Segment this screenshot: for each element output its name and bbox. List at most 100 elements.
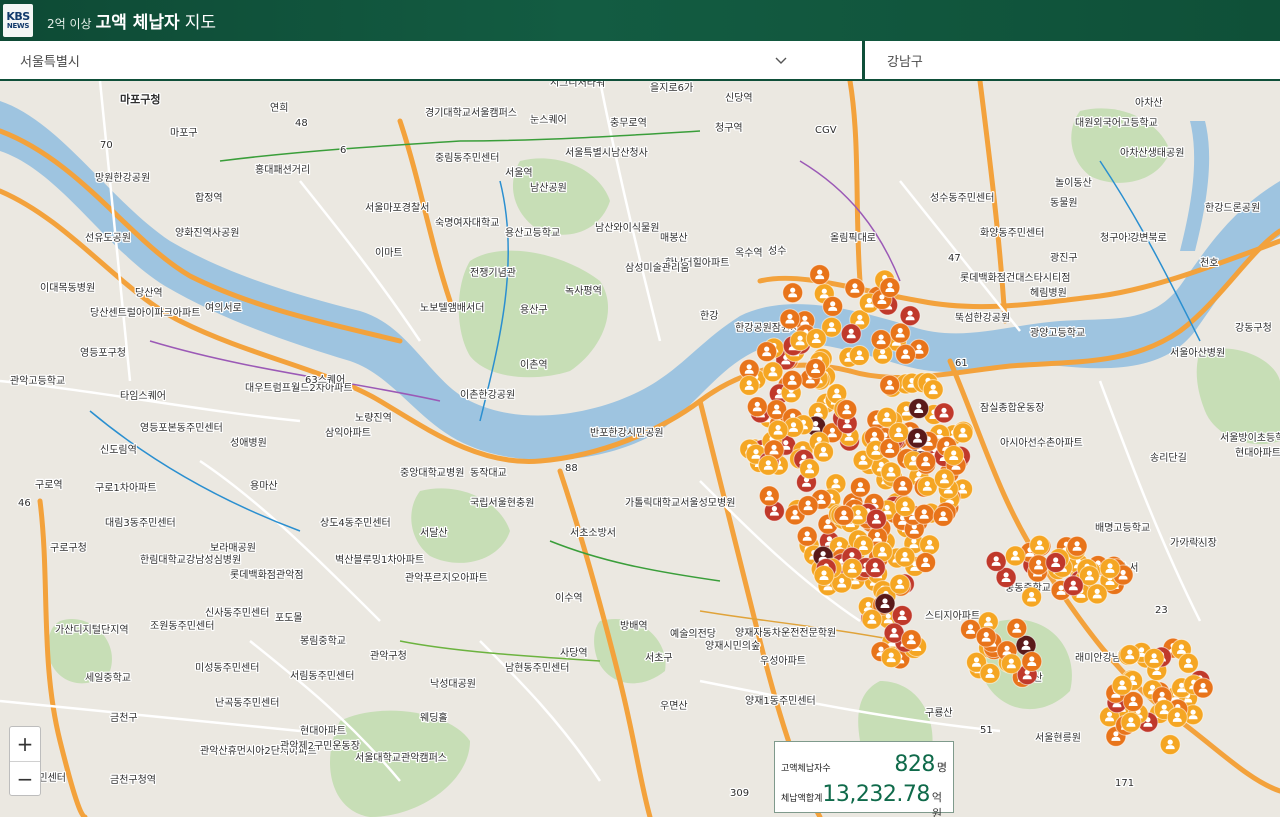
district-select[interactable]: 강남구 (865, 41, 1280, 79)
debtor-marker[interactable] (1021, 651, 1043, 672)
debtor-marker[interactable] (781, 369, 803, 391)
debtor-marker[interactable] (900, 629, 922, 651)
map-canvas[interactable]: 마포구청 마포구 홍대패션거리 합정역 망원한강공원 선유도공원 양화진역사공원 당산역 이대목… (0, 81, 1280, 817)
map-label: 당산역 (135, 287, 163, 299)
map-label: 낙성대공원 (430, 678, 476, 690)
map-label: 중앙대학교병원 (400, 467, 464, 479)
debtor-marker[interactable] (1062, 575, 1084, 597)
debtor-marker[interactable] (933, 468, 955, 490)
debtor-marker[interactable] (913, 503, 935, 525)
debtor-marker[interactable] (879, 374, 901, 396)
map-label: 난곡동주민센터 (215, 697, 279, 709)
debtor-marker[interactable] (889, 573, 911, 595)
debtor-marker[interactable] (1159, 734, 1181, 756)
debtor-marker[interactable] (762, 361, 784, 383)
debtor-marker[interactable] (870, 329, 892, 351)
debtor-marker[interactable] (813, 565, 835, 586)
debtor-marker[interactable] (985, 550, 1007, 572)
debtor-marker[interactable] (907, 427, 928, 449)
debtor-marker[interactable] (952, 422, 974, 444)
debtor-marker[interactable] (1120, 711, 1142, 733)
debtor-marker[interactable] (746, 396, 768, 418)
chevron-down-icon[interactable] (774, 53, 788, 67)
debtor-marker[interactable] (797, 495, 819, 517)
debtor-marker[interactable] (892, 475, 914, 497)
debtor-marker[interactable] (809, 264, 831, 286)
debtor-marker[interactable] (880, 647, 902, 669)
debtor-marker[interactable] (782, 282, 804, 304)
map-label: 한강 (700, 310, 718, 322)
debtor-marker[interactable] (840, 323, 862, 345)
debtor-marker[interactable] (943, 445, 965, 466)
debtor-marker[interactable] (799, 458, 821, 480)
debtor-marker[interactable] (919, 534, 941, 556)
map-label: 시그니처타워 (550, 81, 605, 89)
map-label: 한림대학교강남성심병원 (140, 554, 241, 566)
debtor-marker[interactable] (1021, 586, 1043, 608)
debtor-marker[interactable] (779, 308, 801, 330)
map-label: 노보텔앰배서더 (420, 302, 484, 314)
debtor-marker[interactable] (894, 496, 916, 517)
debtor-marker[interactable] (758, 485, 780, 507)
debtor-marker[interactable] (1111, 674, 1133, 696)
debtor-marker[interactable] (891, 605, 913, 626)
debtor-marker[interactable] (836, 399, 858, 421)
debtor-marker[interactable] (822, 295, 844, 317)
debtor-marker[interactable] (899, 305, 921, 327)
map-svg[interactable]: 마포구청마포구홍대패션거리합정역 망원한강공원선유도공원 양화진역사공원당산역 이대목… (0, 81, 1280, 817)
debtor-marker[interactable] (841, 557, 863, 579)
debtor-marker[interactable] (864, 557, 886, 579)
map-label: 롯데백화점관악점 (230, 569, 304, 581)
debtor-marker[interactable] (1086, 583, 1108, 605)
debtor-marker[interactable] (979, 662, 1001, 684)
debtor-marker[interactable] (757, 454, 779, 476)
debtor-marker[interactable] (833, 504, 855, 526)
debtor-marker[interactable] (1066, 535, 1088, 557)
debtor-marker[interactable] (1004, 545, 1026, 567)
debtor-marker[interactable] (1166, 706, 1188, 728)
debtor-marker[interactable] (861, 608, 883, 630)
map-label: 현대아파트 (300, 725, 346, 737)
debtor-marker[interactable] (1000, 653, 1022, 675)
debtor-marker[interactable] (805, 358, 827, 379)
debtor-marker[interactable] (796, 525, 818, 547)
debtor-marker[interactable] (975, 626, 997, 648)
debtor-marker[interactable] (915, 552, 937, 573)
debtor-marker[interactable] (895, 343, 917, 365)
debtor-marker[interactable] (844, 277, 866, 299)
debtor-marker[interactable] (915, 451, 937, 473)
debtor-marker[interactable] (1192, 677, 1214, 699)
debtor-marker[interactable] (1143, 647, 1165, 669)
city-select[interactable]: 서울특별시 (0, 41, 862, 79)
debtor-marker[interactable] (874, 593, 896, 614)
debtor-marker[interactable] (865, 508, 887, 530)
debtor-marker[interactable] (738, 374, 760, 396)
debtor-marker[interactable] (813, 441, 834, 463)
zoom-out-button[interactable]: − (10, 761, 40, 795)
debtor-marker[interactable] (1045, 552, 1067, 573)
debtor-marker[interactable] (888, 422, 910, 443)
debtor-marker[interactable] (805, 328, 827, 349)
debtor-marker[interactable] (932, 505, 954, 527)
debtor-marker[interactable] (922, 379, 944, 401)
debtor-marker[interactable] (1029, 534, 1051, 556)
map-label: 서림동주민센터 (290, 670, 354, 682)
debtor-marker[interactable] (908, 398, 930, 419)
debtor-marker[interactable] (933, 402, 955, 424)
map-label: 신사동주민센터 (205, 607, 269, 619)
debtor-marker[interactable] (1099, 557, 1121, 579)
debtor-marker[interactable] (849, 476, 871, 498)
debtor-marker[interactable] (879, 277, 901, 298)
debtor-marker[interactable] (1177, 652, 1199, 674)
debtor-marker[interactable] (889, 322, 911, 344)
debtor-marker[interactable] (767, 419, 789, 441)
debtor-marker[interactable] (1119, 644, 1141, 666)
debtor-marker[interactable] (848, 345, 870, 366)
map-label: 미성동주민센터 (195, 662, 259, 674)
zoom-in-button[interactable]: + (10, 727, 40, 761)
debtor-marker[interactable] (894, 546, 916, 568)
map-label: 46 (18, 498, 31, 509)
debtor-marker[interactable] (756, 341, 778, 363)
debtor-marker[interactable] (1006, 617, 1028, 639)
map-label: 이대목동병원 (40, 282, 95, 294)
